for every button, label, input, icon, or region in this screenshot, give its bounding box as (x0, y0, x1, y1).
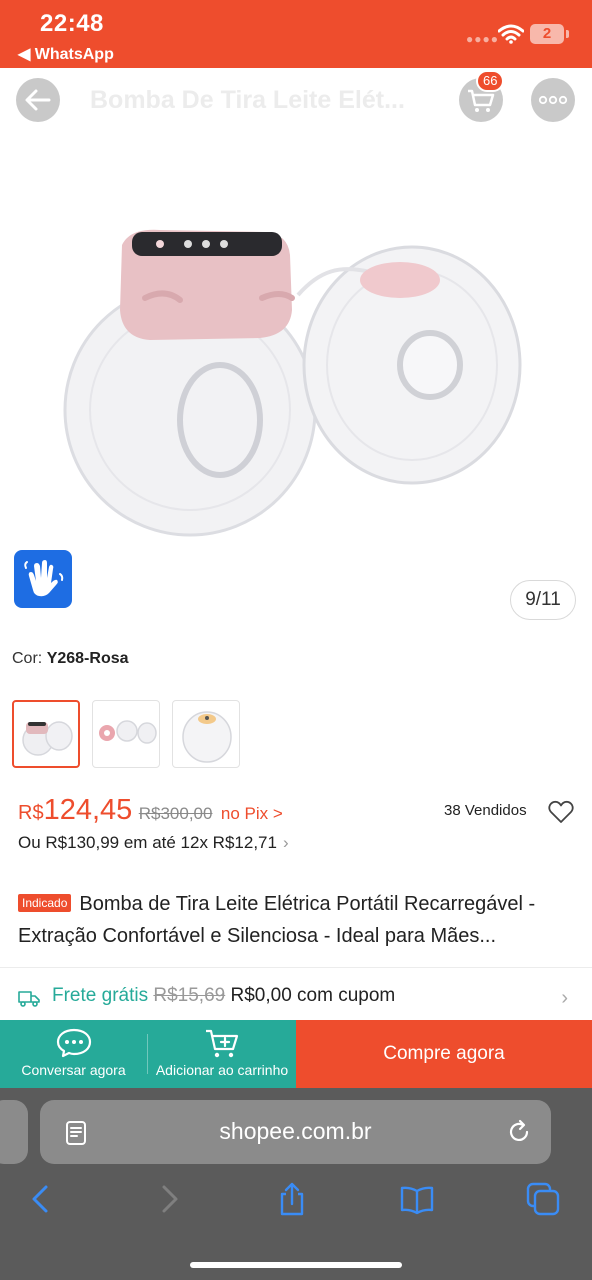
add-to-cart-button[interactable]: Adicionar ao carrinho (148, 1020, 296, 1088)
free-shipping-label: Frete grátis (52, 985, 149, 1006)
sold-count: 38 Vendidos (444, 802, 527, 819)
share-icon[interactable] (275, 1182, 309, 1216)
tabs-icon[interactable] (526, 1182, 560, 1216)
wifi-icon (498, 24, 524, 44)
chat-icon (56, 1028, 91, 1058)
thumbnail-image (22, 721, 73, 756)
thumbnail-image (182, 711, 232, 763)
status-time: 22:48 (40, 10, 104, 37)
variant-thumbnail-1[interactable] (12, 700, 80, 768)
price-value: 124,45 (43, 794, 133, 826)
shipping-text: Frete grátis R$15,69 R$0,00 com cupom (52, 985, 395, 1007)
original-price: R$300,00 (138, 804, 213, 823)
previous-tab-preview[interactable] (0, 1100, 28, 1164)
variant-label-text: Cor: (12, 650, 43, 667)
shipping-new-price: R$0,00 com cupom (230, 985, 396, 1006)
home-indicator (190, 1262, 402, 1268)
back-arrow-icon (25, 89, 51, 111)
variant-label: Cor: Y268-Rosa (12, 650, 129, 668)
product-image[interactable] (40, 200, 560, 550)
chevron-right-icon: › (282, 833, 289, 852)
product-title: Bomba de Tira Leite Elétrica Portátil Re… (18, 893, 536, 947)
indicado-badge: Indicado (18, 894, 72, 912)
page-title: Bomba De Tira Leite Elét... (90, 86, 405, 114)
battery-indicator: 2 (530, 24, 564, 44)
thumbnail-image (99, 720, 157, 744)
divider (0, 967, 592, 968)
add-to-cart-icon (206, 1029, 239, 1058)
cart-count-badge: 66 (476, 70, 505, 92)
installments-text: Ou R$130,99 em até 12x R$12,71 (18, 833, 277, 852)
pix-price-link[interactable]: no Pix > (221, 804, 283, 823)
chat-now-label: Conversar agora (21, 1062, 126, 1078)
shipping-old-price: R$15,69 (153, 985, 226, 1006)
accessibility-button[interactable] (14, 550, 72, 608)
buy-now-button[interactable]: Compre agora (296, 1020, 592, 1088)
add-to-cart-label: Adicionar ao carrinho (155, 1062, 289, 1078)
chat-now-button[interactable]: Conversar agora (0, 1020, 147, 1088)
signal-icon: ●●●● (466, 32, 499, 46)
chevron-right-icon: › (561, 987, 568, 1009)
product-title-block: Indicado Bomba de Tira Leite Elétrica Por… (18, 888, 578, 952)
variant-thumbnail-2[interactable] (92, 700, 160, 768)
shipping-row[interactable]: Frete grátis R$15,69 R$0,00 com cupom › (18, 985, 578, 1011)
heart-icon[interactable] (548, 800, 574, 824)
variant-value: Y268-Rosa (46, 650, 129, 667)
accessibility-hand-icon (24, 560, 64, 597)
url-text[interactable]: shopee.com.br (40, 1118, 551, 1145)
more-button[interactable] (531, 78, 575, 122)
more-icon (538, 95, 568, 105)
installments-link[interactable]: Ou R$130,99 em até 12x R$12,71 › (18, 833, 289, 853)
status-bar: 22:48 ◀ WhatsApp ●●●● 2 (0, 0, 592, 68)
browser-forward-icon (162, 1185, 178, 1213)
browser-back-icon[interactable] (24, 1182, 58, 1216)
reload-icon[interactable] (506, 1119, 532, 1145)
battery-nub (566, 30, 569, 38)
back-button[interactable] (16, 78, 60, 122)
price-row: R$124,45 R$300,00 no Pix > (18, 794, 283, 827)
truck-icon (18, 991, 40, 1007)
back-to-app-link[interactable]: ◀ WhatsApp (18, 44, 114, 64)
bookmarks-icon[interactable] (400, 1182, 434, 1216)
gallery-page-indicator: 9/11 (510, 580, 576, 620)
variant-thumbnail-3[interactable] (172, 700, 240, 768)
price-currency: R$ (18, 802, 44, 824)
